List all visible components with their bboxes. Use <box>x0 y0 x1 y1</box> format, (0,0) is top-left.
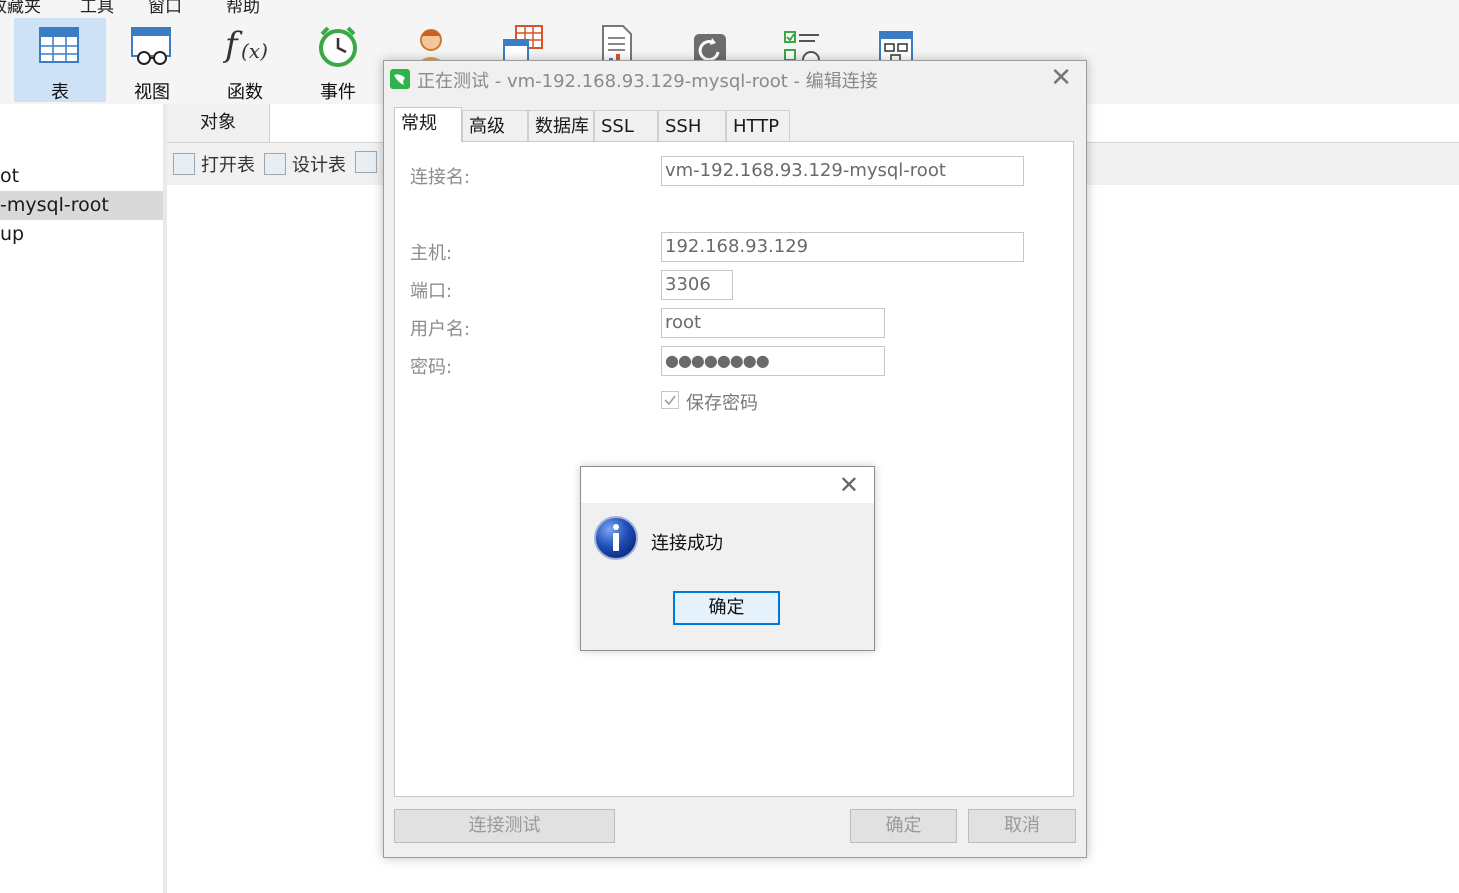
connection-name-label: 连接名: <box>410 167 471 188</box>
tab-general[interactable]: 常规 <box>394 107 462 142</box>
connection-tree: ot -mysql-root up <box>0 104 167 893</box>
navicat-logo-icon <box>390 69 410 89</box>
toolbar-table-button[interactable]: 表 <box>14 18 106 103</box>
svg-text:f: f <box>223 25 243 65</box>
username-label: 用户名: <box>410 319 471 340</box>
edit-connection-dialog: 正在测试 - vm-192.168.93.129-mysql-root - 编辑… <box>383 60 1087 858</box>
messagebox-text: 连接成功 <box>651 533 723 554</box>
tree-item-selected[interactable]: -mysql-root <box>0 191 163 220</box>
checkmark-icon <box>664 395 676 406</box>
toolbar-event-label: 事件 <box>320 82 356 103</box>
open-table-label: 打开表 <box>201 155 255 176</box>
design-table-icon <box>264 153 286 175</box>
tab-databases[interactable]: 数据库 <box>528 110 594 141</box>
function-icon: f (x) <box>223 25 268 65</box>
design-table-button[interactable]: 设计表 <box>264 151 346 177</box>
new-table-icon <box>355 151 377 173</box>
tab-ssl[interactable]: SSL <box>594 110 658 141</box>
dialog-cancel-button[interactable]: 取消 <box>968 809 1076 843</box>
open-table-icon <box>173 153 195 175</box>
tab-http[interactable]: HTTP <box>726 110 790 141</box>
port-input[interactable]: 3306 <box>661 270 733 300</box>
messagebox-ok-button[interactable]: 确定 <box>673 591 780 625</box>
dialog-close-icon[interactable]: ✕ <box>1050 65 1072 91</box>
host-input[interactable]: 192.168.93.129 <box>661 232 1024 262</box>
connection-success-messagebox: ✕ 连接成功 确定 <box>580 466 875 651</box>
event-clock-icon <box>319 26 357 67</box>
info-icon <box>594 516 638 560</box>
toolbar-table-label: 表 <box>51 82 69 103</box>
dialog-title: 正在测试 - vm-192.168.93.129-mysql-root - 编辑… <box>417 71 878 92</box>
messagebox-close-icon[interactable]: ✕ <box>839 473 859 497</box>
host-label: 主机: <box>410 243 453 264</box>
open-table-button[interactable]: 打开表 <box>173 151 255 177</box>
tab-objects[interactable]: 对象 <box>167 104 270 142</box>
toolbar-function-label: 函数 <box>227 82 263 103</box>
svg-text:(x): (x) <box>241 39 268 63</box>
save-password-checkbox[interactable] <box>661 391 679 409</box>
dialog-ok-button[interactable]: 确定 <box>850 809 957 843</box>
toolbar-event-button[interactable]: 事件 <box>292 18 384 103</box>
dialog-titlebar: 正在测试 - vm-192.168.93.129-mysql-root - 编辑… <box>384 61 1086 97</box>
password-input[interactable]: ●●●●●●●● <box>661 346 885 376</box>
messagebox-titlebar: ✕ <box>581 467 874 503</box>
save-password-label: 保存密码 <box>686 393 758 414</box>
design-table-label: 设计表 <box>292 155 346 176</box>
test-connection-button[interactable]: 连接测试 <box>394 809 615 843</box>
menu-bar: 收藏夹 工具 窗口 帮助 <box>0 0 1459 17</box>
toolbar-function-button[interactable]: f (x) 函数 <box>199 18 291 103</box>
tree-item[interactable]: ot <box>0 162 163 191</box>
new-table-button[interactable] <box>355 151 383 174</box>
tree-item[interactable]: up <box>0 220 163 249</box>
tab-advanced[interactable]: 高级 <box>462 110 528 141</box>
password-label: 密码: <box>410 357 453 378</box>
username-input[interactable]: root <box>661 308 885 338</box>
tab-ssh[interactable]: SSH <box>658 110 726 141</box>
table-icon <box>39 27 79 63</box>
port-label: 端口: <box>410 281 453 302</box>
connection-name-input[interactable]: vm-192.168.93.129-mysql-root <box>661 156 1024 186</box>
toolbar-view-button[interactable]: 视图 <box>106 18 198 103</box>
toolbar-view-label: 视图 <box>134 82 170 103</box>
view-icon <box>131 27 171 65</box>
